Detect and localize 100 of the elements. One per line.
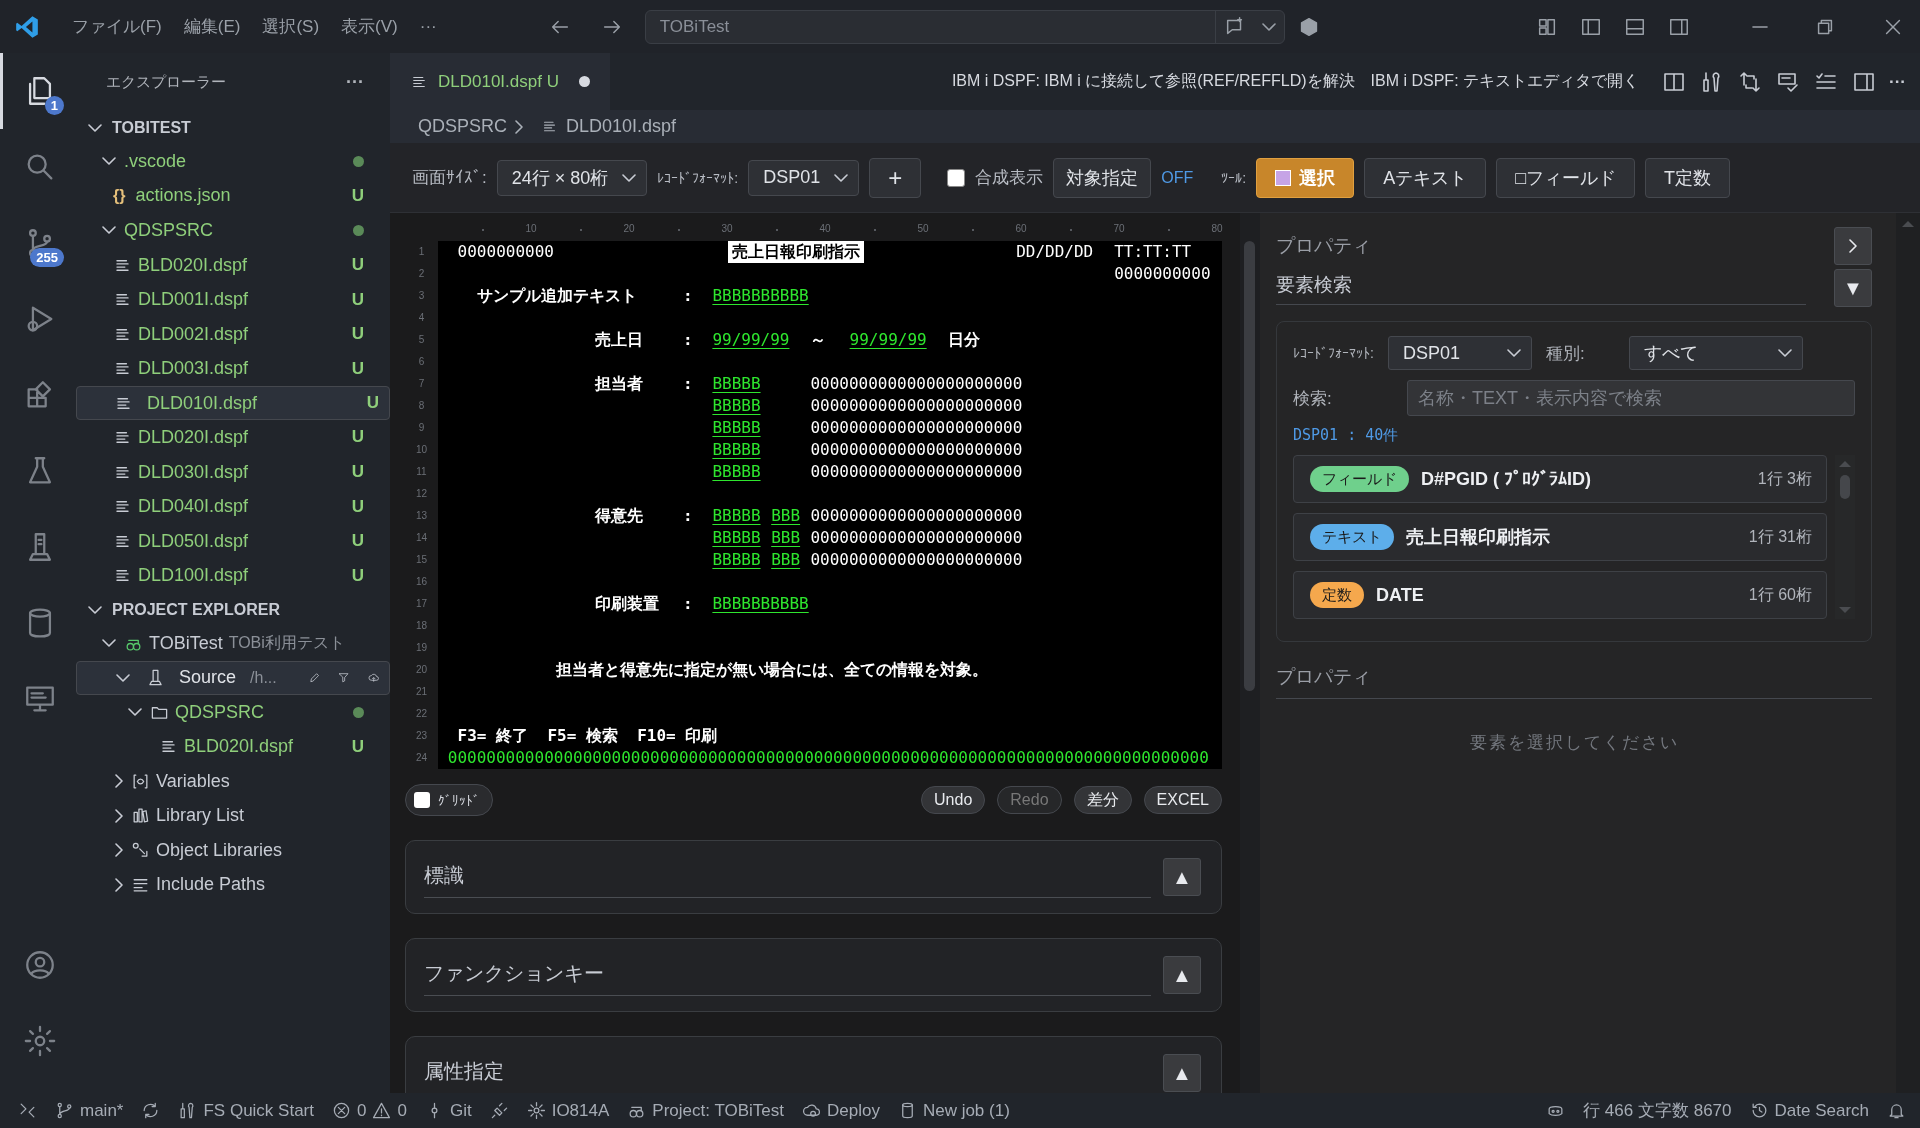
input-field[interactable]: BBB [771,505,801,527]
problems-status[interactable]: 0 0 [332,1100,407,1121]
status-item[interactable]: FS Quick Start [178,1100,314,1121]
tree-item[interactable]: BLD020I.dspf U [76,247,390,283]
tree-item[interactable]: Object Libraries [76,833,390,868]
breadcrumb-item[interactable]: QDSPSRC [418,116,507,137]
collapse-button[interactable]: ▼ [1834,269,1872,307]
grid-toggle[interactable]: ｸﾞﾘｯﾄﾞ [405,784,493,816]
tree-item[interactable]: DLD040I.dspf U [76,489,390,524]
more-menu[interactable]: ··· [411,12,445,41]
status-item[interactable]: 行 466 文字数 8670 [1583,1099,1732,1122]
status-item[interactable]: main* [55,1100,124,1121]
menu-item[interactable]: 表示(V) [333,11,406,42]
collapse-button[interactable]: ▲ [1163,1054,1201,1092]
input-field[interactable]: BBBBBBBBBB [712,593,809,615]
record-format-select[interactable]: DSP01 [748,159,860,196]
input-field[interactable]: BBB [771,549,801,571]
input-field[interactable]: BBBBB [712,549,761,571]
section-header[interactable]: TOBITEST [76,111,390,144]
screen-text[interactable]: 0000000000 [457,241,554,263]
tree-item[interactable]: BLD020I.dspf U [76,729,390,764]
tree-item[interactable]: Source /h... [76,660,390,695]
collapse-button[interactable]: ▲ [1163,956,1201,994]
tree-item[interactable]: Library List [76,798,390,834]
tree-item[interactable]: DLD020I.dspf U [76,420,390,455]
action-button[interactable]: EXCEL [1143,786,1222,814]
result-item[interactable]: テキスト 売上日報印刷指示 1行 31桁 [1293,513,1827,561]
menu-item[interactable]: 編集(E) [175,11,249,42]
tree-item[interactable]: TOBiTest TOBi利用テスト [76,626,390,661]
tool-button[interactable]: □フィールド [1496,157,1635,198]
status-item[interactable]: IO814A [526,1100,610,1121]
record-format-select[interactable]: DSP01 [1387,336,1532,370]
tree-item[interactable]: QDSPSRC [76,694,390,730]
search-field[interactable]: 名称・TEXT・表示内容で検索 [1407,380,1855,416]
menu-item[interactable]: ファイル(F) [64,11,170,42]
menu-item[interactable]: 選択(S) [254,11,328,42]
screen-text[interactable]: DD/DD/DD [1016,241,1094,263]
tree-item[interactable]: {} actions.json U [76,178,390,214]
tree-item[interactable]: DLD050I.dspf U [76,523,390,559]
screen-text[interactable]: サンプル追加テキスト [477,285,638,307]
screen-text[interactable]: : [683,373,693,395]
result-item[interactable]: 定数 DATE 1行 60桁 [1293,571,1827,619]
collapse-button[interactable]: ▲ [1163,858,1201,896]
editor-tab[interactable]: DLD010I.dspf U [390,53,610,110]
input-field[interactable]: BBB [771,527,801,549]
input-field[interactable]: BBBBB [712,439,761,461]
screen-text[interactable]: : [683,329,693,351]
screen-text[interactable]: 0000000000000000000000 [810,527,1023,549]
result-item[interactable]: フィールド D#PGID ( ﾌﾟﾛｸﾞﾗﾑID) 1行 3桁 [1293,455,1827,503]
tree-item[interactable]: DLD003I.dspf U [76,351,390,387]
checkbox[interactable] [947,168,966,187]
input-field[interactable]: BBBBB [712,373,761,395]
screen-text[interactable]: 得意先 [594,505,643,527]
screen-text[interactable]: 0000000000 [1114,263,1211,285]
screen-text[interactable]: 0000000000000000000000 [810,395,1023,417]
activity-item[interactable]: 255 [0,205,76,281]
input-field[interactable]: BBBBBBBBBB [712,285,809,307]
status-item[interactable]: Date Search [1749,1100,1869,1121]
tree-item[interactable]: DLD001I.dspf U [76,282,390,317]
editor-action-link[interactable]: IBM i DSPF: IBM i に接続して参照(REF/REFFLD)を解決 [951,71,1355,92]
screen-text[interactable]: F3= 終了 F5= 検索 F10= 印刷 [457,725,718,747]
action-button[interactable]: Undo [921,786,986,814]
editor-action-link[interactable]: IBM i DSPF: テキストエディタで開く [1370,71,1639,92]
status-item[interactable]: Deploy [802,1100,880,1121]
screen-text[interactable]: 0000000000000000000000000000000000000000000000000000000000000000000000000000000 [447,747,1209,769]
status-item[interactable]: Git [424,1100,472,1121]
action-button[interactable]: 差分 [1073,786,1132,814]
tree-item[interactable]: .vscode [76,144,390,179]
screen-text[interactable]: : [683,285,693,307]
screen-text[interactable]: ～ [810,329,827,351]
screen-text[interactable]: 0000000000000000000000 [810,549,1023,571]
input-field[interactable]: BBBBB [712,461,761,483]
command-center[interactable]: TOBiTest [644,9,1285,44]
status-item[interactable]: Project: TOBiTest [627,1100,784,1121]
tool-button[interactable]: T定数 [1645,157,1730,198]
input-field[interactable]: BBBBB [712,417,761,439]
screen-text[interactable]: 売上日 [594,329,643,351]
screen-text[interactable]: 日分 [947,329,980,351]
breadcrumb-item[interactable]: DLD010I.dspf [566,116,677,137]
screen-text[interactable]: 0000000000000000000000 [810,505,1023,527]
screen-text[interactable]: : [683,505,693,527]
tool-button[interactable]: Aテキスト [1364,157,1487,198]
more-button[interactable]: ··· [1889,71,1906,92]
section-header[interactable]: PROJECT EXPLORER [76,593,390,627]
input-field[interactable]: 99/99/99 [849,329,927,351]
add-button[interactable]: + [869,157,922,198]
screen-text[interactable]: 0000000000000000000000 [810,461,1023,483]
screen-title[interactable]: 売上日報印刷指示 [728,241,864,263]
screen-text[interactable]: TT:TT:TT [1114,241,1192,263]
chevron-button[interactable] [1834,227,1872,265]
input-field[interactable]: BBBBB [712,505,761,527]
screen-size-select[interactable]: 24行 × 80桁 [496,159,648,196]
tree-item[interactable]: QDSPSRC [76,213,390,248]
screen-text[interactable]: 担当者 [594,373,643,395]
more-button[interactable]: ··· [346,71,364,93]
screen-text[interactable]: 印刷装置 [594,593,659,615]
tree-item[interactable]: DLD010I.dspf U [76,386,390,421]
target-button[interactable]: 対象指定 [1053,157,1152,198]
input-field[interactable]: BBBBB [712,527,761,549]
tree-item[interactable]: DLD030I.dspf U [76,454,390,490]
